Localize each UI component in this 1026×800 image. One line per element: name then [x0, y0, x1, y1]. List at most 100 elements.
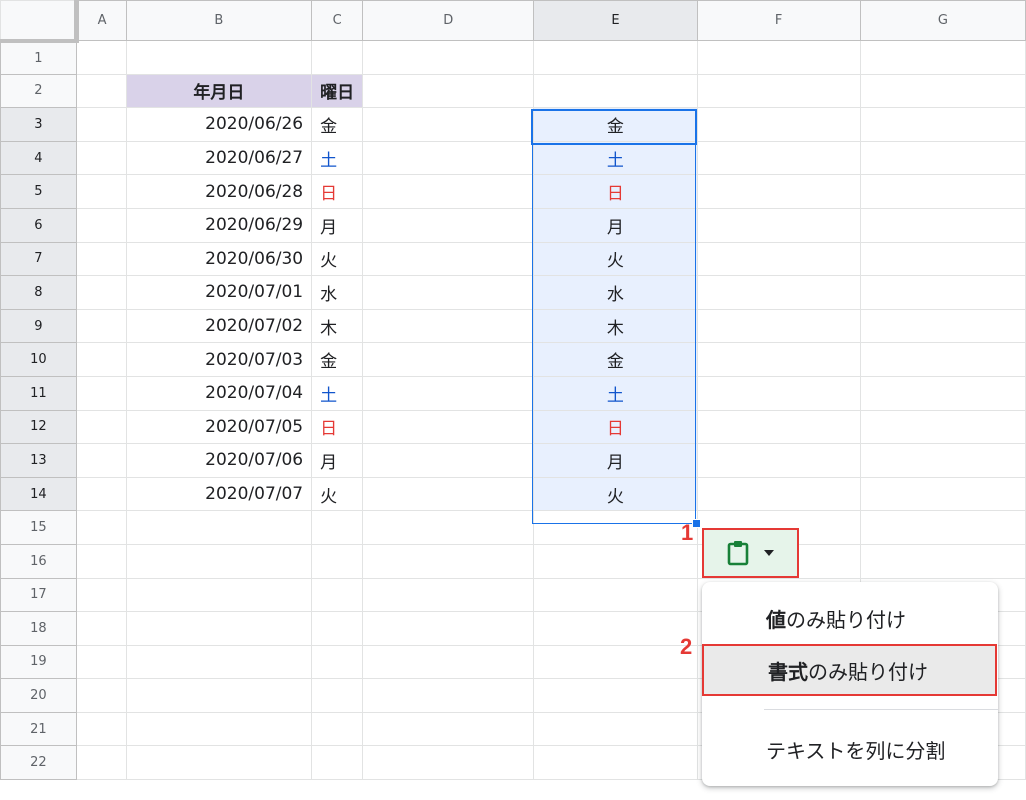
cell-e15[interactable] [533, 510, 698, 545]
cell-b22[interactable] [125, 745, 313, 781]
cell-b8[interactable]: 2020/07/01 [125, 275, 313, 310]
cell-b7[interactable]: 2020/06/30 [125, 241, 313, 277]
cell-b1[interactable] [125, 40, 313, 75]
cell-d18[interactable] [362, 611, 535, 646]
cell-g5[interactable] [859, 174, 1026, 209]
cell-e22[interactable] [533, 745, 698, 781]
cell-a11[interactable] [75, 375, 127, 411]
cell-c14[interactable]: 火 [311, 476, 364, 512]
paste-options-button[interactable] [702, 528, 799, 578]
cell-e16[interactable] [533, 543, 698, 579]
row-header-2[interactable]: 2 [0, 73, 77, 109]
cell-c12[interactable]: 日 [311, 409, 364, 445]
cell-b20[interactable] [125, 678, 313, 713]
menu-item-split-text-to-columns[interactable]: テキストを列に分割 [702, 723, 998, 775]
cell-g14[interactable] [859, 476, 1026, 512]
cell-a6[interactable] [75, 207, 127, 243]
cell-a9[interactable] [75, 308, 127, 344]
cell-a8[interactable] [75, 275, 127, 310]
cell-a5[interactable] [75, 174, 127, 209]
cell-f7[interactable] [696, 241, 861, 277]
cell-a18[interactable] [75, 611, 127, 646]
cell-c6[interactable]: 月 [311, 207, 364, 243]
cell-g8[interactable] [859, 275, 1026, 310]
row-header-17[interactable]: 17 [0, 577, 77, 613]
cell-e4[interactable]: 土 [533, 140, 698, 176]
cell-d17[interactable] [362, 577, 535, 613]
cell-g10[interactable] [859, 342, 1026, 377]
cell-b13[interactable]: 2020/07/06 [125, 443, 313, 478]
cell-e9[interactable]: 木 [533, 308, 698, 344]
cell-e14[interactable]: 火 [533, 476, 698, 512]
cell-c10[interactable]: 金 [311, 342, 364, 377]
row-header-15[interactable]: 15 [0, 510, 77, 545]
column-header-b[interactable]: B [125, 0, 313, 41]
cell-f11[interactable] [696, 375, 861, 411]
row-header-3[interactable]: 3 [0, 107, 77, 142]
cell-d6[interactable] [362, 207, 535, 243]
row-header-14[interactable]: 14 [0, 476, 77, 512]
row-header-20[interactable]: 20 [0, 678, 77, 713]
cell-d15[interactable] [362, 510, 535, 545]
cell-e20[interactable] [533, 678, 698, 713]
cell-a1[interactable] [75, 40, 127, 75]
menu-item-paste-values-only[interactable]: 値のみ貼り付け [702, 592, 998, 644]
column-header-e[interactable]: E [533, 0, 698, 41]
cell-b6[interactable]: 2020/06/29 [125, 207, 313, 243]
cell-f4[interactable] [696, 140, 861, 176]
cell-d10[interactable] [362, 342, 535, 377]
cell-e12[interactable]: 日 [533, 409, 698, 445]
cell-g7[interactable] [859, 241, 1026, 277]
cell-a12[interactable] [75, 409, 127, 445]
cell-d2[interactable] [362, 73, 535, 109]
cell-d22[interactable] [362, 745, 535, 781]
cell-a13[interactable] [75, 443, 127, 478]
cell-g9[interactable] [859, 308, 1026, 344]
row-header-7[interactable]: 7 [0, 241, 77, 277]
cell-a22[interactable] [75, 745, 127, 781]
cell-d16[interactable] [362, 543, 535, 579]
cell-b19[interactable] [125, 644, 313, 680]
row-header-11[interactable]: 11 [0, 375, 77, 411]
cell-c8[interactable]: 水 [311, 275, 364, 310]
cell-c13[interactable]: 月 [311, 443, 364, 478]
cell-e5[interactable]: 日 [533, 174, 698, 209]
cell-g6[interactable] [859, 207, 1026, 243]
cell-e6[interactable]: 月 [533, 207, 698, 243]
cell-d19[interactable] [362, 644, 535, 680]
cell-c21[interactable] [311, 711, 364, 747]
cell-d8[interactable] [362, 275, 535, 310]
column-header-c[interactable]: C [311, 0, 364, 41]
cell-c3[interactable]: 金 [311, 107, 364, 142]
cell-f10[interactable] [696, 342, 861, 377]
row-header-1[interactable]: 1 [0, 40, 77, 75]
cell-b17[interactable] [125, 577, 313, 613]
row-header-13[interactable]: 13 [0, 443, 77, 478]
cell-e8[interactable]: 水 [533, 275, 698, 310]
cell-b15[interactable] [125, 510, 313, 545]
cell-c4[interactable]: 土 [311, 140, 364, 176]
cell-a15[interactable] [75, 510, 127, 545]
cell-g12[interactable] [859, 409, 1026, 445]
column-header-a[interactable]: A [75, 0, 127, 41]
column-header-f[interactable]: F [696, 0, 861, 41]
cell-b5[interactable]: 2020/06/28 [125, 174, 313, 209]
cell-g3[interactable] [859, 107, 1026, 142]
cell-c18[interactable] [311, 611, 364, 646]
cell-a20[interactable] [75, 678, 127, 713]
cell-a19[interactable] [75, 644, 127, 680]
cell-c11[interactable]: 土 [311, 375, 364, 411]
cell-e10[interactable]: 金 [533, 342, 698, 377]
cell-c2[interactable]: 曜日 [311, 73, 364, 109]
menu-item-paste-format-only[interactable]: 書式 のみ貼り付け [702, 644, 997, 696]
cell-a3[interactable] [75, 107, 127, 142]
select-all-corner[interactable] [0, 0, 79, 43]
row-header-12[interactable]: 12 [0, 409, 77, 445]
cell-a4[interactable] [75, 140, 127, 176]
cell-b14[interactable]: 2020/07/07 [125, 476, 313, 512]
cell-a17[interactable] [75, 577, 127, 613]
cell-e17[interactable] [533, 577, 698, 613]
cell-e3[interactable]: 金 [533, 107, 698, 142]
cell-c20[interactable] [311, 678, 364, 713]
cell-b4[interactable]: 2020/06/27 [125, 140, 313, 176]
